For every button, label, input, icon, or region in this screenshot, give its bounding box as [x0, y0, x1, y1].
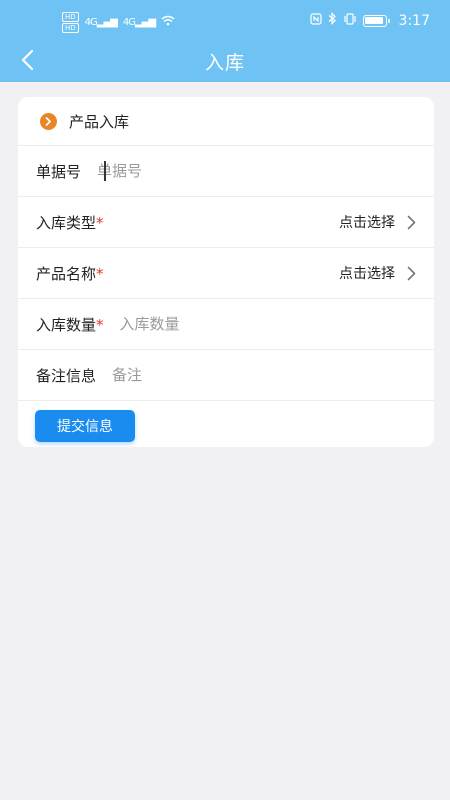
doc-number-label: 单据号	[36, 162, 82, 181]
required-mark: *	[96, 213, 104, 232]
stock-type-picker[interactable]: 点击选择	[339, 212, 416, 232]
chevron-right-icon	[407, 215, 416, 230]
nfc-icon	[309, 12, 322, 29]
chevron-right-circle-icon	[40, 112, 57, 130]
network-type-2: 4G	[122, 17, 136, 28]
quantity-label-text: 入库数量	[36, 315, 97, 334]
navigation-bar: 入库	[0, 42, 450, 82]
status-bar: HD HD 4G▂▄▆ 4G▂▄▆ 3:17	[0, 0, 450, 42]
stock-type-label-text: 入库类型	[36, 213, 97, 232]
product-name-label-text: 产品名称	[36, 264, 97, 283]
card-title: 产品入库	[69, 112, 130, 131]
stock-type-label: 入库类型*	[36, 212, 104, 233]
quantity-label: 入库数量*	[36, 314, 104, 335]
product-name-picker[interactable]: 点击选择	[339, 263, 416, 283]
page-title: 入库	[204, 52, 245, 74]
bluetooth-icon	[328, 12, 337, 29]
stock-type-row[interactable]: 入库类型* 点击选择	[18, 197, 434, 248]
remark-label: 备注信息	[36, 366, 97, 385]
required-mark: *	[96, 264, 104, 283]
hd-badge-1: HD	[62, 12, 79, 22]
product-name-picker-text: 点击选择	[339, 266, 395, 282]
hd-indicators: HD HD	[62, 12, 79, 33]
remark-input[interactable]	[112, 366, 333, 384]
product-name-label: 产品名称*	[36, 263, 104, 284]
doc-number-row: 单据号	[18, 146, 434, 197]
wifi-icon	[161, 15, 175, 30]
hd-badge-2: HD	[62, 23, 79, 33]
text-caret	[104, 161, 106, 181]
submit-area: 提交信息	[18, 401, 434, 447]
status-time: 3:17	[398, 12, 430, 29]
required-mark: *	[96, 315, 104, 334]
vibrate-icon	[343, 12, 357, 29]
app-header: HD HD 4G▂▄▆ 4G▂▄▆ 3:17 入库	[0, 0, 450, 82]
submit-button[interactable]: 提交信息	[35, 410, 135, 442]
doc-number-input[interactable]	[97, 162, 318, 180]
status-left: HD HD 4G▂▄▆ 4G▂▄▆	[62, 12, 175, 33]
chevron-right-icon	[407, 266, 416, 281]
product-name-row[interactable]: 产品名称* 点击选择	[18, 248, 434, 299]
remark-row: 备注信息	[18, 350, 434, 401]
status-right: 3:17	[309, 12, 430, 29]
quantity-row: 入库数量*	[18, 299, 434, 350]
signal-icon-2: 4G▂▄▆	[122, 17, 156, 28]
stock-in-form-card: 产品入库 单据号 入库类型* 点击选择 产品名称* 点击选择 入库数量*	[18, 97, 434, 447]
card-header: 产品入库	[18, 97, 434, 146]
stock-type-picker-text: 点击选择	[339, 215, 395, 231]
quantity-input[interactable]	[119, 315, 340, 333]
signal-icon: 4G▂▄▆	[84, 17, 118, 28]
network-type-1: 4G	[84, 17, 98, 28]
battery-icon	[362, 14, 390, 27]
